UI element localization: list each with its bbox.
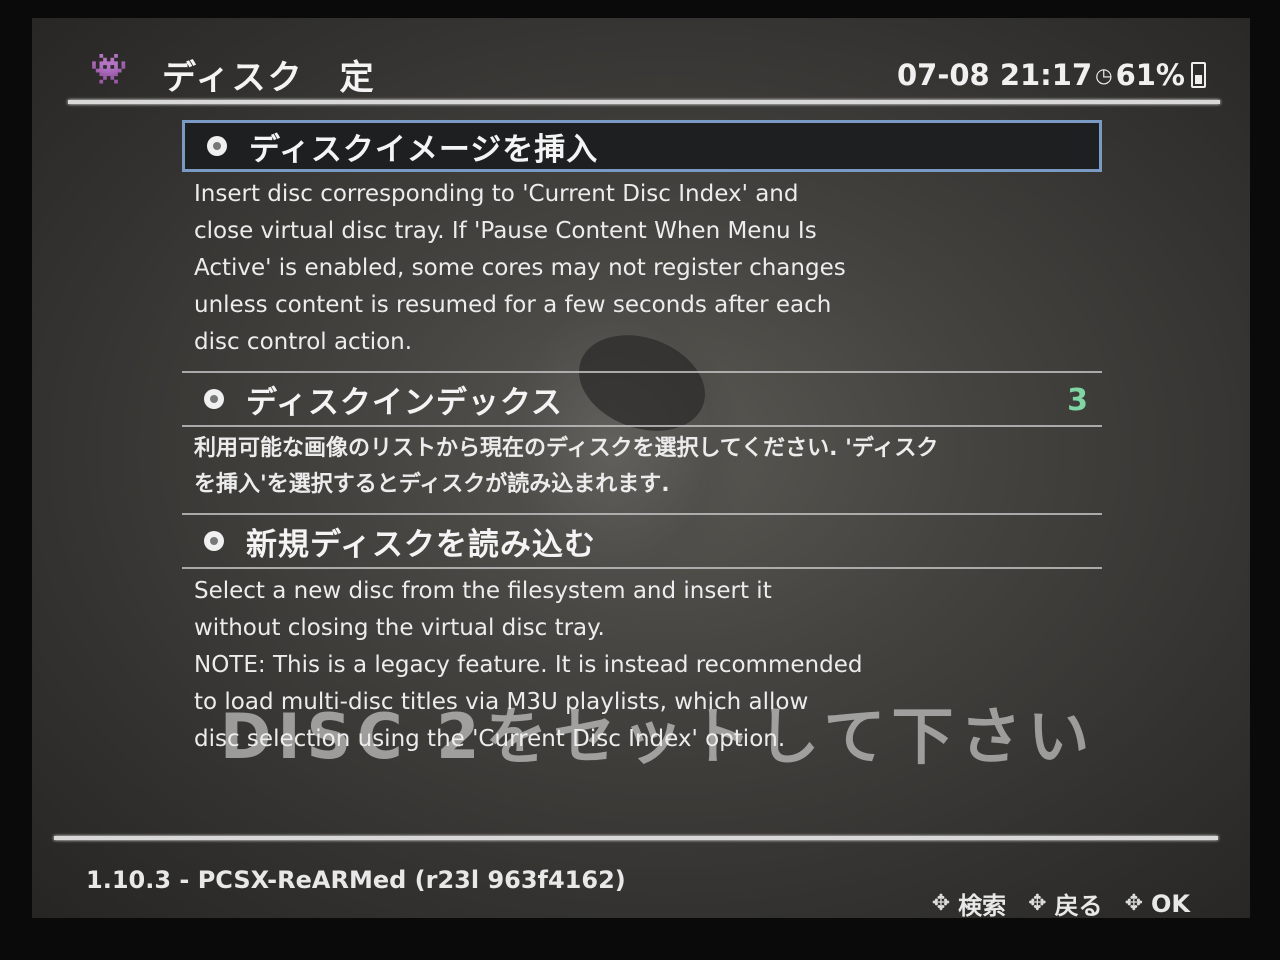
divider <box>182 425 1102 427</box>
header-divider <box>68 100 1220 104</box>
menu-item-description: 利用可能な画像のリストから現在のディスクを選択してください. 'ディスク を挿入… <box>194 436 939 497</box>
hint-back: ✥ 戻る <box>1028 886 1102 918</box>
hint-label: 戻る <box>1054 892 1103 918</box>
datetime: 07-08 21:17 <box>896 58 1093 92</box>
menu-bullet-icon <box>204 531 224 551</box>
menu-bullet-icon <box>204 389 224 409</box>
hint-ok: ✥ OK <box>1125 890 1190 918</box>
invader-icon: 👾 <box>90 52 128 87</box>
hint-label: 検索 <box>958 892 1007 918</box>
retroarch-screen: 👾 ディスク 定 07-08 21:17 ◷ 61% ディスクイメージを挿入 I… <box>32 18 1250 918</box>
version-info: 1.10.3 - PCSX-ReARMed (r23l 963f4162) <box>86 866 626 894</box>
menu-item-label: 新規ディスクを読み込む <box>246 526 596 563</box>
menu-item-insert-disc[interactable]: ディスクイメージを挿入 Insert disc corresponding to… <box>182 120 1102 371</box>
page-title: ディスク 定 <box>162 58 376 98</box>
divider <box>182 567 1102 569</box>
status-area: 07-08 21:17 ◷ 61% <box>897 58 1206 92</box>
disc-index-value: 3 <box>1067 383 1088 418</box>
battery-icon <box>1191 62 1206 88</box>
overlay-message: DISC 2をセットして下さい <box>220 700 1096 773</box>
dpad-icon: ✥ <box>1124 891 1143 916</box>
control-hints: ✥ 検索 ✥ 戻る ✥ OK <box>932 886 1190 919</box>
disc-control-menu: ディスクイメージを挿入 Insert disc corresponding to… <box>182 120 1102 768</box>
clock-icon: ◷ <box>1095 63 1113 87</box>
menu-item-label: ディスクインデックス <box>246 384 563 421</box>
menu-item-header[interactable]: ディスクイメージを挿入 <box>182 120 1102 172</box>
dpad-icon: ✥ <box>931 891 951 916</box>
menu-item-description: Insert disc corresponding to 'Current Di… <box>194 181 846 355</box>
menu-item-disc-index[interactable]: ディスクインデックス 3 利用可能な画像のリストから現在のディスクを選択してくだ… <box>182 373 1102 513</box>
dpad-icon: ✥ <box>1028 891 1047 916</box>
hint-search: ✥ 検索 <box>932 886 1006 918</box>
battery-percent: 61% <box>1115 58 1185 92</box>
menu-item-label: ディスクイメージを挿入 <box>249 131 599 168</box>
header: 👾 ディスク 定 07-08 21:17 ◷ 61% <box>84 36 1224 98</box>
hint-label: OK <box>1151 889 1190 918</box>
footer-divider <box>54 836 1218 840</box>
menu-item-header[interactable]: 新規ディスクを読み込む <box>182 515 1102 567</box>
menu-item-header[interactable]: ディスクインデックス 3 <box>182 373 1102 425</box>
menu-bullet-icon <box>207 136 227 156</box>
